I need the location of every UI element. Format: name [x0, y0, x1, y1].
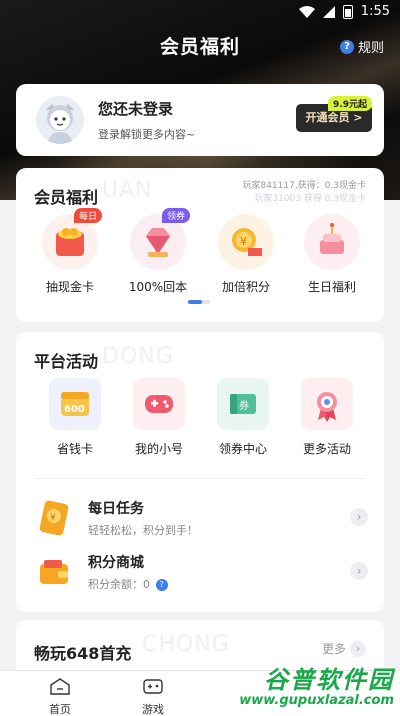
activity-savings-card[interactable]: 600 省钱卡: [45, 378, 105, 457]
cake-icon: [304, 214, 360, 270]
tab-label: 首页: [49, 703, 71, 716]
activity-label: 更多活动: [302, 442, 351, 456]
daily-task-row[interactable]: ¥ 每日任务 轻轻松松，积分到手！ ›: [34, 498, 368, 542]
benefit-label: 抽现金卡: [45, 280, 94, 294]
vip-price-badge: 9.9元起: [328, 96, 372, 111]
chevron-right-icon: ›: [350, 640, 366, 657]
tab-home[interactable]: 首页: [30, 677, 90, 716]
game-controller-icon: [143, 679, 163, 694]
home-icon: [50, 678, 70, 695]
benefit-birthday[interactable]: 生日福利: [292, 214, 372, 295]
activity-more[interactable]: 更多活动: [297, 378, 357, 457]
svg-text:¥: ¥: [50, 513, 56, 523]
benefits-ticker: 玩家841117,获得：0.3现金卡 玩家31003 获得 0.3现金卡: [242, 180, 366, 206]
login-subtitle: 登录解锁更多内容~: [98, 128, 196, 141]
medal-icon: [301, 378, 353, 430]
benefit-label: 生日福利: [307, 280, 356, 294]
site-watermark: 谷普软件园 www.gupuxlazal.com: [239, 660, 394, 708]
activity-my-accounts[interactable]: 我的小号: [129, 378, 189, 457]
benefit-label: 100%回本: [128, 280, 188, 294]
signal-icon: [322, 5, 335, 18]
activity-label: 我的小号: [134, 442, 183, 456]
login-title[interactable]: 您还未登录: [98, 98, 173, 119]
rules-label: 规则: [357, 41, 384, 56]
coupon-glyph: 券: [239, 399, 249, 412]
diamond-icon: 领券: [130, 208, 190, 270]
gift-box-icon: 每日: [42, 208, 102, 270]
daily-tag: 每日: [73, 208, 102, 223]
rules-button[interactable]: ? 规则: [339, 37, 384, 56]
coin-icon: ¥: [218, 214, 274, 270]
status-time: 1:55: [360, 4, 390, 19]
section-watermark: DONG: [102, 344, 174, 369]
watermark-url: www.gupuxlazal.com: [239, 693, 394, 708]
avatar[interactable]: [36, 96, 84, 144]
benefit-full-refund[interactable]: 领券 100%回本: [118, 208, 198, 295]
savings-value: 600: [64, 404, 85, 415]
task-subtitle: 轻轻松松，积分到手！: [88, 524, 198, 537]
benefit-double-points[interactable]: ¥ 加倍积分: [206, 214, 286, 295]
activity-label: 省钱卡: [56, 442, 93, 456]
chevron-right-icon: ›: [350, 508, 368, 526]
task-title: 积分商城: [88, 555, 144, 571]
battery-icon: [342, 4, 353, 19]
section-watermark: CHONG: [142, 632, 230, 657]
activity-label: 领券中心: [218, 442, 267, 456]
status-bar: 1:55: [0, 0, 400, 24]
benefits-title: 会员福利: [34, 188, 99, 207]
chevron-right-icon: ›: [350, 562, 368, 580]
divider: [34, 478, 366, 479]
promo-title: 畅玩648首充: [34, 644, 132, 663]
help-icon[interactable]: ?: [155, 579, 168, 591]
wifi-icon: [298, 5, 315, 18]
member-benefits-card: UAN 会员福利 玩家841117,获得：0.3现金卡 玩家31003 获得 0…: [16, 168, 384, 322]
svg-text:¥: ¥: [240, 235, 247, 248]
more-link[interactable]: 更多 ›: [322, 640, 366, 657]
tab-label: 游戏: [142, 703, 164, 716]
default-avatar-icon: [36, 96, 84, 144]
coupon-icon: 券: [217, 378, 269, 430]
title-bar: 会员福利 ? 规则: [0, 28, 400, 64]
gamepad-icon: [133, 378, 185, 430]
section-watermark: UAN: [102, 178, 153, 203]
points-balance-text: 积分余额：0: [88, 578, 150, 591]
benefit-label: 加倍积分: [221, 280, 270, 294]
points-balance: 积分余额：0 ?: [88, 576, 168, 592]
task-ticket-icon: ¥: [39, 500, 69, 536]
activities-title: 平台活动: [34, 352, 99, 371]
tab-games[interactable]: 游戏: [123, 677, 183, 716]
platform-activities-card: DONG 平台活动 600 省钱卡 我的小号 券 领券中心 更多活动 ¥ 每日任…: [16, 332, 384, 612]
login-card[interactable]: 您还未登录 登录解锁更多内容~ 开通会员 > 9.9元起: [16, 84, 384, 156]
points-mall-row[interactable]: 积分商城 积分余额：0 ? ›: [34, 552, 368, 596]
benefit-cash-card[interactable]: 每日 抽现金卡: [30, 208, 110, 295]
ticker-line: 玩家841117,获得：0.3现金卡: [242, 181, 366, 191]
activity-coupon-center[interactable]: 券 领券中心: [213, 378, 273, 457]
ticker-line: 玩家31003 获得 0.3现金卡: [254, 194, 366, 204]
watermark-brand: 谷普软件园: [264, 666, 394, 694]
savings-card-icon: 600: [49, 378, 101, 430]
more-label: 更多: [321, 642, 346, 656]
coupon-tag: 领券: [161, 208, 190, 223]
question-icon: ?: [339, 39, 354, 54]
wallet-icon: [40, 560, 68, 584]
task-title: 每日任务: [88, 501, 144, 517]
carousel-indicator: [188, 300, 210, 304]
